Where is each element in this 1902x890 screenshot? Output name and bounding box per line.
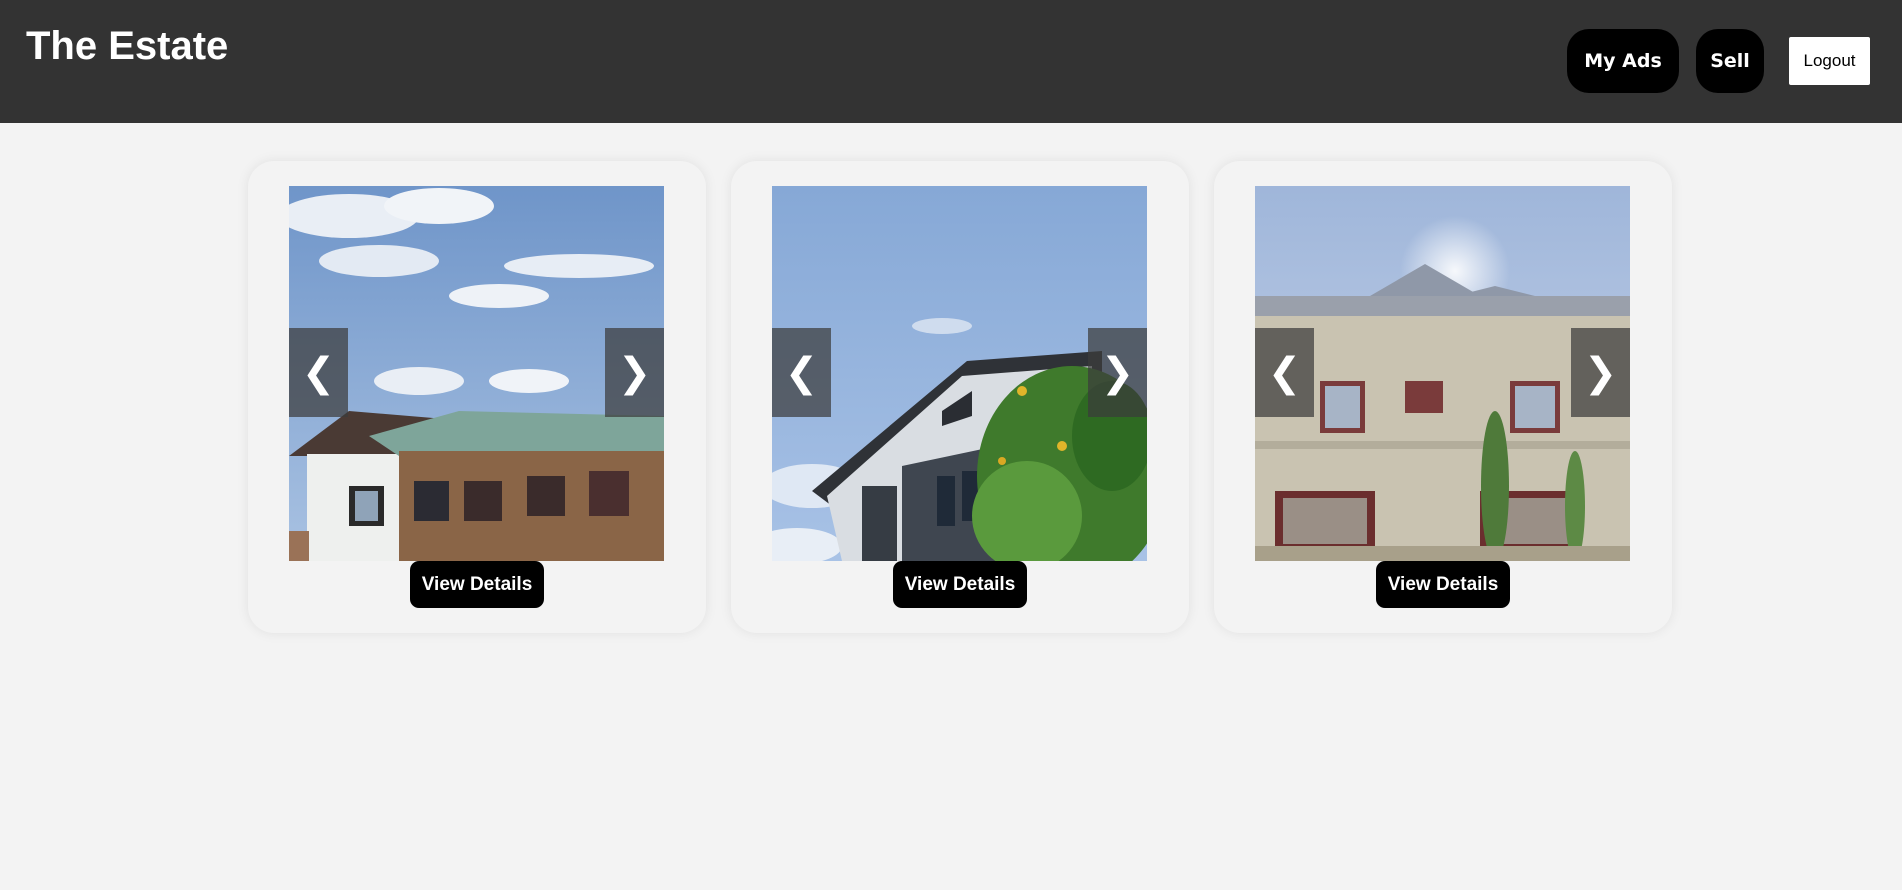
site-title: The Estate [26, 24, 229, 68]
prev-image-button[interactable]: ❮ [1255, 328, 1314, 417]
prev-image-button[interactable]: ❮ [772, 328, 831, 417]
listing-photo: ❮ ❯ [289, 186, 664, 561]
listing-card: ❮ ❯ View Details [1214, 161, 1672, 633]
view-details-button[interactable]: View Details [893, 561, 1027, 608]
next-image-button[interactable]: ❯ [605, 328, 664, 417]
listing-card: ❮ ❯ View Details [248, 161, 706, 633]
listing-photo: ❮ ❯ [1255, 186, 1630, 561]
prev-image-button[interactable]: ❮ [289, 328, 348, 417]
top-navbar: The Estate My Ads Sell Logout [0, 0, 1902, 123]
next-image-button[interactable]: ❯ [1088, 328, 1147, 417]
view-details-button[interactable]: View Details [410, 561, 544, 608]
next-image-button[interactable]: ❯ [1571, 328, 1630, 417]
listing-photo: ❮ ❯ [772, 186, 1147, 561]
logout-button[interactable]: Logout [1789, 37, 1870, 85]
my-ads-button[interactable]: My Ads [1567, 29, 1679, 93]
view-details-button[interactable]: View Details [1376, 561, 1510, 608]
sell-button[interactable]: Sell [1696, 29, 1764, 93]
listing-card: ❮ ❯ View Details [731, 161, 1189, 633]
